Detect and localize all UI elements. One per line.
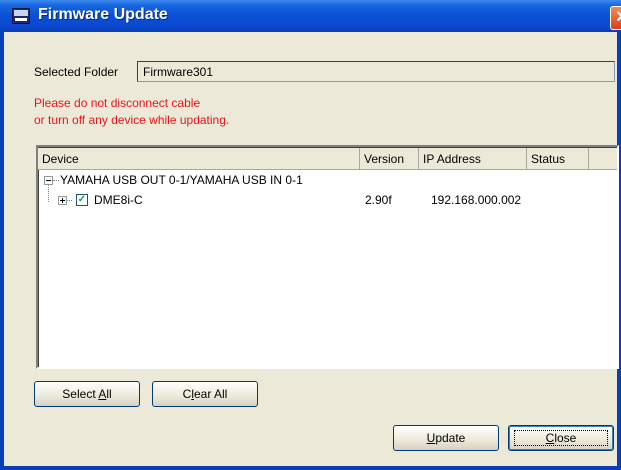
column-header-status[interactable]: Status — [527, 148, 589, 170]
device-checkbox[interactable]: ✓ — [76, 194, 88, 206]
column-header-version[interactable]: Version — [360, 148, 419, 170]
clear-all-button[interactable]: Clear All — [152, 381, 258, 407]
title-bar[interactable]: Firmware Update ✕ — [0, 0, 621, 32]
window-title: Firmware Update — [38, 6, 168, 23]
device-ip-address: 192.168.000.002 — [431, 193, 522, 207]
selected-folder-field: Firmware301 — [137, 61, 615, 82]
update-button[interactable]: Update — [393, 425, 499, 451]
firmware-update-dialog: Firmware Update ✕ Selected Folder Firmwa… — [0, 0, 621, 470]
warning-line-2: or turn off any device while updating. — [34, 113, 230, 127]
device-version: 2.90f — [365, 193, 392, 207]
close-window-button[interactable]: ✕ — [610, 6, 621, 30]
expand-icon[interactable] — [58, 196, 67, 205]
tree-connector-vertical — [48, 185, 49, 202]
column-header-device[interactable]: Device — [38, 148, 360, 170]
select-all-button[interactable]: Select All — [34, 381, 140, 407]
column-header-filler — [589, 148, 617, 170]
close-button[interactable]: Close — [508, 425, 614, 451]
tree-connector — [67, 200, 72, 201]
collapse-icon[interactable] — [44, 176, 53, 185]
device-name[interactable]: DME8i-C — [94, 193, 143, 207]
dme-app-icon — [12, 8, 30, 24]
tree-root-yamaha-usb[interactable]: YAMAHA USB OUT 0-1/YAMAHA USB IN 0-1 — [60, 173, 303, 187]
warning-line-1: Please do not disconnect cable — [34, 96, 201, 110]
column-header-ip-address[interactable]: IP Address — [419, 148, 527, 170]
selected-folder-label: Selected Folder — [34, 65, 119, 79]
focus-ring — [514, 430, 608, 446]
device-list[interactable]: Device Version IP Address Status YAMAHA … — [36, 145, 619, 369]
tree-connector — [53, 180, 59, 181]
